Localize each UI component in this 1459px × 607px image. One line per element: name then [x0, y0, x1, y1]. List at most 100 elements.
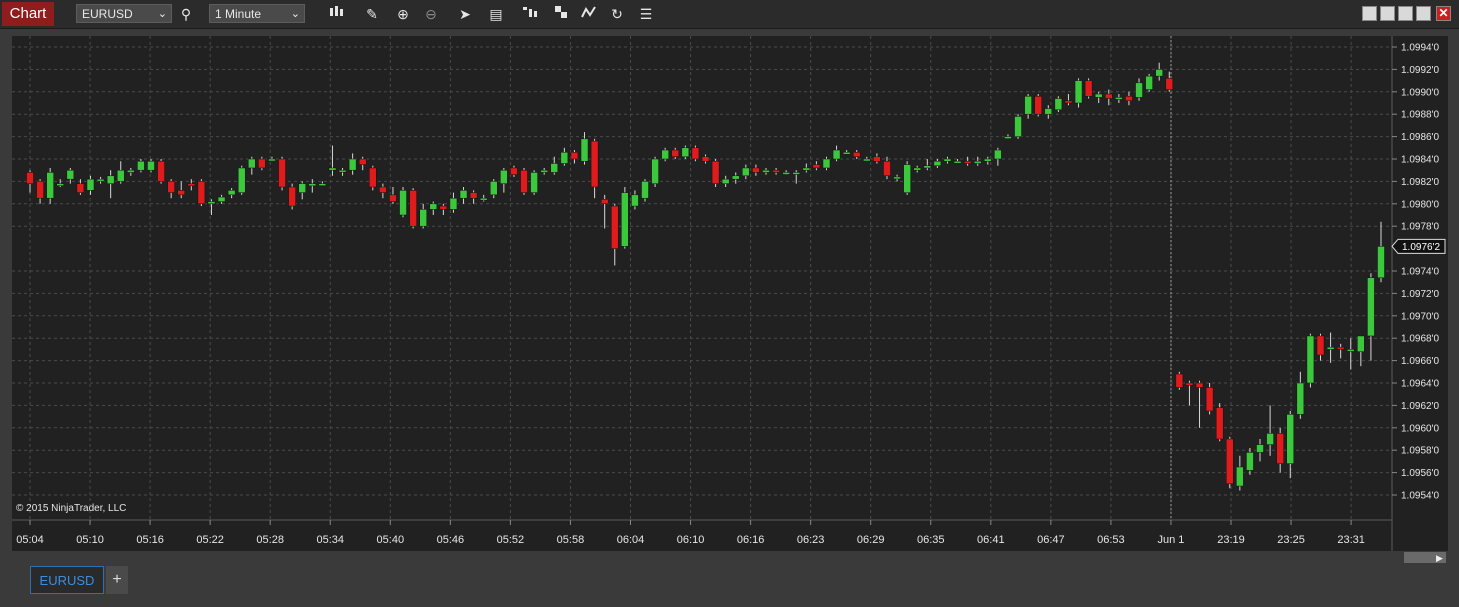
candle-body [137, 160, 145, 171]
price-label: 1.0980'0 [1401, 199, 1439, 210]
candle-body [1347, 349, 1355, 352]
candle [590, 138, 599, 199]
candle [469, 190, 478, 204]
candle-body [268, 158, 276, 162]
candle-body [621, 192, 629, 247]
minimize-button[interactable] [1398, 6, 1413, 21]
candle [621, 187, 629, 249]
candle-body [973, 160, 982, 164]
candle [782, 170, 790, 175]
candle-body [379, 186, 387, 193]
price-label: 1.0988'0 [1401, 110, 1439, 121]
candle-body [701, 156, 710, 162]
tile-icon[interactable] [1380, 6, 1395, 21]
candle [86, 175, 95, 195]
candle-body [1115, 97, 1123, 100]
candle [1347, 338, 1355, 370]
time-label: 06:41 [977, 534, 1005, 546]
candle-body [227, 190, 236, 196]
price-label: 1.0956'0 [1401, 468, 1439, 479]
time-label: 06:47 [1037, 534, 1065, 546]
candle [318, 181, 327, 186]
candle [731, 172, 740, 184]
candle-body [1326, 346, 1335, 350]
candle-body [369, 167, 377, 188]
candle-body [943, 158, 952, 162]
candle-body [631, 194, 639, 207]
add-tab-button[interactable]: + [106, 566, 128, 594]
candle [479, 194, 488, 202]
candle [641, 179, 649, 202]
candle-body [1165, 78, 1174, 90]
candle-body [167, 181, 175, 193]
candle [96, 176, 105, 184]
candle [812, 161, 821, 171]
candle [691, 145, 700, 162]
candle-body [721, 178, 730, 184]
candle [439, 203, 448, 215]
chart-panel[interactable]: 1.0994'0 1.0992'0 1.0990'0 1.0988'0 1.0986'0… [12, 36, 1448, 551]
tab-eurusd[interactable]: EURUSD [30, 566, 104, 594]
candle [429, 201, 438, 215]
indicators-icon[interactable] [520, 4, 540, 24]
candle-body [772, 169, 780, 173]
close-button[interactable]: ✕ [1436, 6, 1451, 21]
time-label: 05:10 [76, 534, 104, 546]
strategies-icon[interactable] [551, 4, 571, 24]
candle-body [479, 197, 488, 201]
candle-body [1236, 466, 1244, 487]
candle [1004, 134, 1012, 139]
drawing-tool-icon[interactable]: ✎ [362, 4, 382, 24]
price-label: 1.0992'0 [1401, 65, 1439, 76]
candle [1115, 94, 1123, 103]
candle [1094, 91, 1103, 103]
candle-body [1044, 108, 1053, 115]
price-chart[interactable]: 1.0994'0 1.0992'0 1.0990'0 1.0988'0 1.0986'0… [12, 36, 1448, 551]
candle [177, 181, 185, 199]
maximize-button[interactable] [1416, 6, 1431, 21]
candle-body [1014, 116, 1022, 137]
candle [752, 164, 760, 176]
candle [227, 188, 236, 199]
candle-body [600, 199, 609, 205]
time-label: 23:19 [1217, 534, 1245, 546]
candle-body [560, 152, 569, 164]
properties-list-icon[interactable]: ☰ [636, 4, 656, 24]
candle-body [812, 164, 821, 169]
price-label: 1.0966'0 [1401, 356, 1439, 367]
time-label: 05:22 [196, 534, 224, 546]
bar-type-icon[interactable] [326, 4, 346, 24]
chart-style-icon[interactable] [579, 4, 599, 24]
interval-select[interactable]: 1 Minute ⌄ [209, 4, 305, 23]
candle-body [1276, 433, 1284, 464]
time-label: 06:29 [857, 534, 885, 546]
data-box-icon[interactable]: ▤ [486, 4, 506, 24]
candle-body [96, 178, 105, 182]
instrument-select[interactable]: EURUSD ⌄ [76, 4, 172, 23]
candle [419, 203, 427, 229]
candle [1357, 335, 1365, 367]
candle-body [429, 203, 438, 210]
candle [500, 167, 508, 193]
reload-icon[interactable]: ↻ [607, 4, 627, 24]
pointer-icon[interactable]: ➤ [455, 4, 475, 24]
candle [1286, 411, 1295, 479]
candle-body [842, 152, 851, 155]
candle [1266, 405, 1274, 456]
time-label: 05:28 [256, 534, 284, 546]
candle-body [863, 158, 871, 162]
candle [600, 194, 609, 229]
tile-icon[interactable] [1362, 6, 1377, 21]
copyright-text: © 2015 NinjaTrader, LLC [16, 503, 126, 514]
candle [167, 179, 175, 199]
candle [540, 167, 548, 175]
zoom-in-icon[interactable]: ⊕ [393, 4, 413, 24]
zoom-out-icon[interactable]: ⊖ [421, 4, 441, 24]
candle [842, 150, 851, 155]
search-icon[interactable]: ⚲ [176, 4, 196, 24]
candle-body [570, 152, 579, 160]
candle [772, 167, 780, 175]
candle-body [711, 160, 720, 184]
candle-body [258, 158, 266, 169]
candle-body [389, 194, 397, 202]
